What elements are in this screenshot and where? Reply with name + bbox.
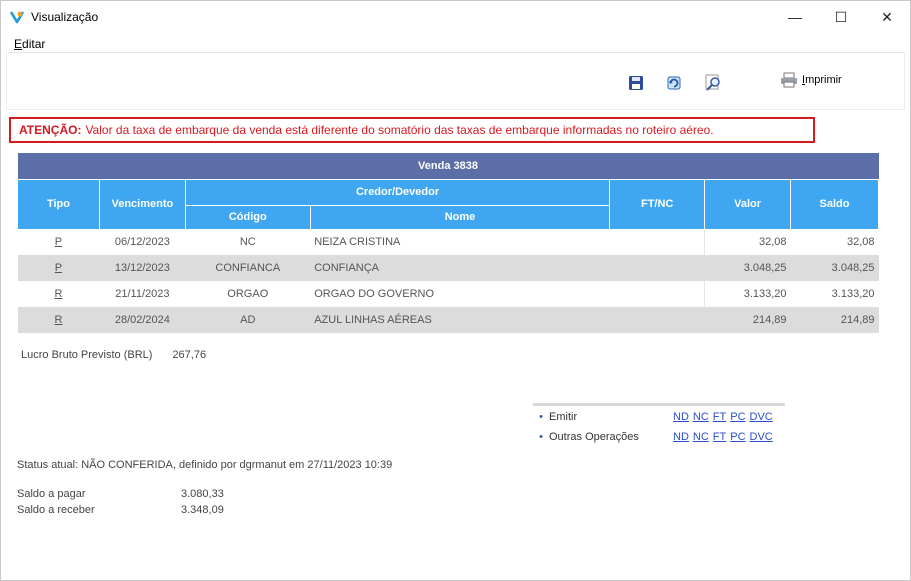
ftnc-cell bbox=[609, 255, 705, 281]
bullet-icon: • bbox=[539, 411, 543, 423]
outras-nc-link[interactable]: NC bbox=[693, 431, 709, 443]
saldo-cell: 32,08 bbox=[790, 229, 879, 255]
col-codigo: Código bbox=[184, 204, 311, 230]
printer-icon bbox=[781, 72, 797, 88]
nome-cell: AZUL LINHAS AÉREAS bbox=[310, 307, 610, 333]
title-bar: Visualização — ☐ ✕ bbox=[1, 1, 910, 33]
table-row: R 21/11/2023 ORGAO ORGAO DO GOVERNO 3.13… bbox=[17, 281, 879, 307]
vencimento-cell: 28/02/2024 bbox=[99, 307, 186, 333]
refresh-icon bbox=[667, 76, 681, 90]
vencimento-cell: 06/12/2023 bbox=[99, 229, 186, 255]
saldo-cell: 3.133,20 bbox=[790, 281, 879, 307]
app-logo-icon bbox=[9, 11, 25, 24]
warning-prefix: ATENÇÃO: bbox=[19, 123, 82, 137]
print-label: Imprimir bbox=[802, 74, 842, 86]
minimize-button[interactable]: — bbox=[772, 1, 818, 33]
tipo-link[interactable]: P bbox=[17, 229, 100, 255]
toolbar: Imprimir bbox=[6, 54, 905, 110]
tipo-link[interactable]: R bbox=[17, 281, 100, 307]
codigo-cell: NC bbox=[185, 229, 311, 255]
preview-window: Visualização — ☐ ✕ Editar Imprimir ATENÇ… bbox=[0, 0, 911, 581]
refresh-button[interactable] bbox=[663, 72, 685, 94]
ops-label: Emitir bbox=[549, 411, 578, 423]
valor-cell: 214,89 bbox=[704, 307, 791, 333]
balance-label: Saldo a receber bbox=[17, 504, 95, 516]
table-row: P 13/12/2023 CONFIANCA CONFIANÇA 3.048,2… bbox=[17, 255, 879, 281]
window-title: Visualização bbox=[31, 10, 99, 24]
ops-label: Outras Operações bbox=[549, 431, 639, 443]
magnifier-icon bbox=[705, 74, 720, 91]
col-tipo: Tipo bbox=[17, 178, 100, 230]
table-title: Venda 3838 bbox=[17, 153, 879, 179]
ops-row-emitir: • Emitir ND NC FT PC DVC bbox=[533, 408, 785, 426]
bullet-icon: • bbox=[539, 431, 543, 443]
col-saldo: Saldo bbox=[790, 178, 879, 230]
save-button[interactable] bbox=[625, 72, 647, 94]
emitir-ft-link[interactable]: FT bbox=[713, 411, 726, 423]
warning-banner: ATENÇÃO: Valor da taxa de embarque da ve… bbox=[9, 117, 815, 143]
status-text: Status atual: NÃO CONFERIDA, definido po… bbox=[17, 459, 393, 471]
col-vencimento: Vencimento bbox=[98, 178, 186, 230]
ftnc-cell bbox=[609, 281, 705, 307]
outras-ft-link[interactable]: FT bbox=[713, 431, 726, 443]
valor-cell: 3.048,25 bbox=[704, 255, 791, 281]
col-nome: Nome bbox=[309, 204, 611, 230]
balance-value: 3.080,33 bbox=[181, 488, 224, 500]
ops-row-outras: • Outras Operações ND NC FT PC DVC bbox=[533, 428, 785, 446]
codigo-cell: ORGAO bbox=[185, 281, 311, 307]
nome-cell: CONFIANÇA bbox=[310, 255, 610, 281]
table-row: R 28/02/2024 AD AZUL LINHAS AÉREAS 214,8… bbox=[17, 307, 879, 333]
tipo-link[interactable]: P bbox=[17, 255, 100, 281]
tipo-link[interactable]: R bbox=[17, 307, 100, 333]
emitir-nc-link[interactable]: NC bbox=[693, 411, 709, 423]
outras-nd-link[interactable]: ND bbox=[673, 431, 689, 443]
vencimento-cell: 13/12/2023 bbox=[99, 255, 186, 281]
emitir-nd-link[interactable]: ND bbox=[673, 411, 689, 423]
col-valor: Valor bbox=[704, 178, 792, 230]
balances: Saldo a pagar 3.080,33 Saldo a receber 3… bbox=[17, 488, 224, 520]
outras-pc-link[interactable]: PC bbox=[730, 431, 745, 443]
valor-cell: 3.133,20 bbox=[704, 281, 791, 307]
balance-row: Saldo a receber 3.348,09 bbox=[17, 504, 224, 520]
print-button[interactable]: Imprimir bbox=[780, 72, 842, 88]
maximize-button[interactable]: ☐ bbox=[818, 1, 864, 33]
warning-text: Valor da taxa de embarque da venda está … bbox=[85, 123, 714, 137]
balance-row: Saldo a pagar 3.080,33 bbox=[17, 488, 224, 504]
emitir-dvc-link[interactable]: DVC bbox=[750, 411, 773, 423]
ftnc-cell bbox=[609, 307, 705, 333]
vencimento-cell: 21/11/2023 bbox=[99, 281, 186, 307]
nome-cell: NEIZA CRISTINA bbox=[310, 229, 610, 255]
menu-bar: Editar bbox=[6, 35, 905, 53]
valor-cell: 32,08 bbox=[704, 229, 791, 255]
codigo-cell: AD bbox=[185, 307, 311, 333]
gross-profit-value: 267,76 bbox=[172, 349, 207, 361]
nome-cell: ORGAO DO GOVERNO bbox=[310, 281, 610, 307]
ftnc-cell bbox=[609, 229, 705, 255]
balance-label: Saldo a pagar bbox=[17, 488, 86, 500]
search-button[interactable] bbox=[703, 72, 725, 94]
saldo-cell: 214,89 bbox=[790, 307, 879, 333]
operations-panel: • Emitir ND NC FT PC DVC • Outras Operaç… bbox=[533, 403, 785, 446]
gross-profit-label: Lucro Bruto Previsto (BRL) bbox=[21, 349, 153, 361]
col-ftnc: FT/NC bbox=[609, 178, 706, 230]
table-row: P 06/12/2023 NC NEIZA CRISTINA 32,08 32,… bbox=[17, 229, 879, 255]
menu-editar[interactable]: Editar bbox=[6, 37, 53, 51]
close-button[interactable]: ✕ bbox=[864, 1, 910, 33]
gross-profit: Lucro Bruto Previsto (BRL) 267,76 bbox=[21, 349, 206, 361]
codigo-cell: CONFIANCA bbox=[185, 255, 311, 281]
balance-value: 3.348,09 bbox=[181, 504, 224, 516]
saldo-cell: 3.048,25 bbox=[790, 255, 879, 281]
floppy-disk-icon bbox=[629, 76, 643, 90]
emitir-pc-link[interactable]: PC bbox=[730, 411, 745, 423]
col-credor-devedor: Credor/Devedor bbox=[184, 178, 611, 206]
sales-table: Venda 3838 Tipo Vencimento Credor/Devedo… bbox=[17, 153, 879, 333]
outras-dvc-link[interactable]: DVC bbox=[750, 431, 773, 443]
